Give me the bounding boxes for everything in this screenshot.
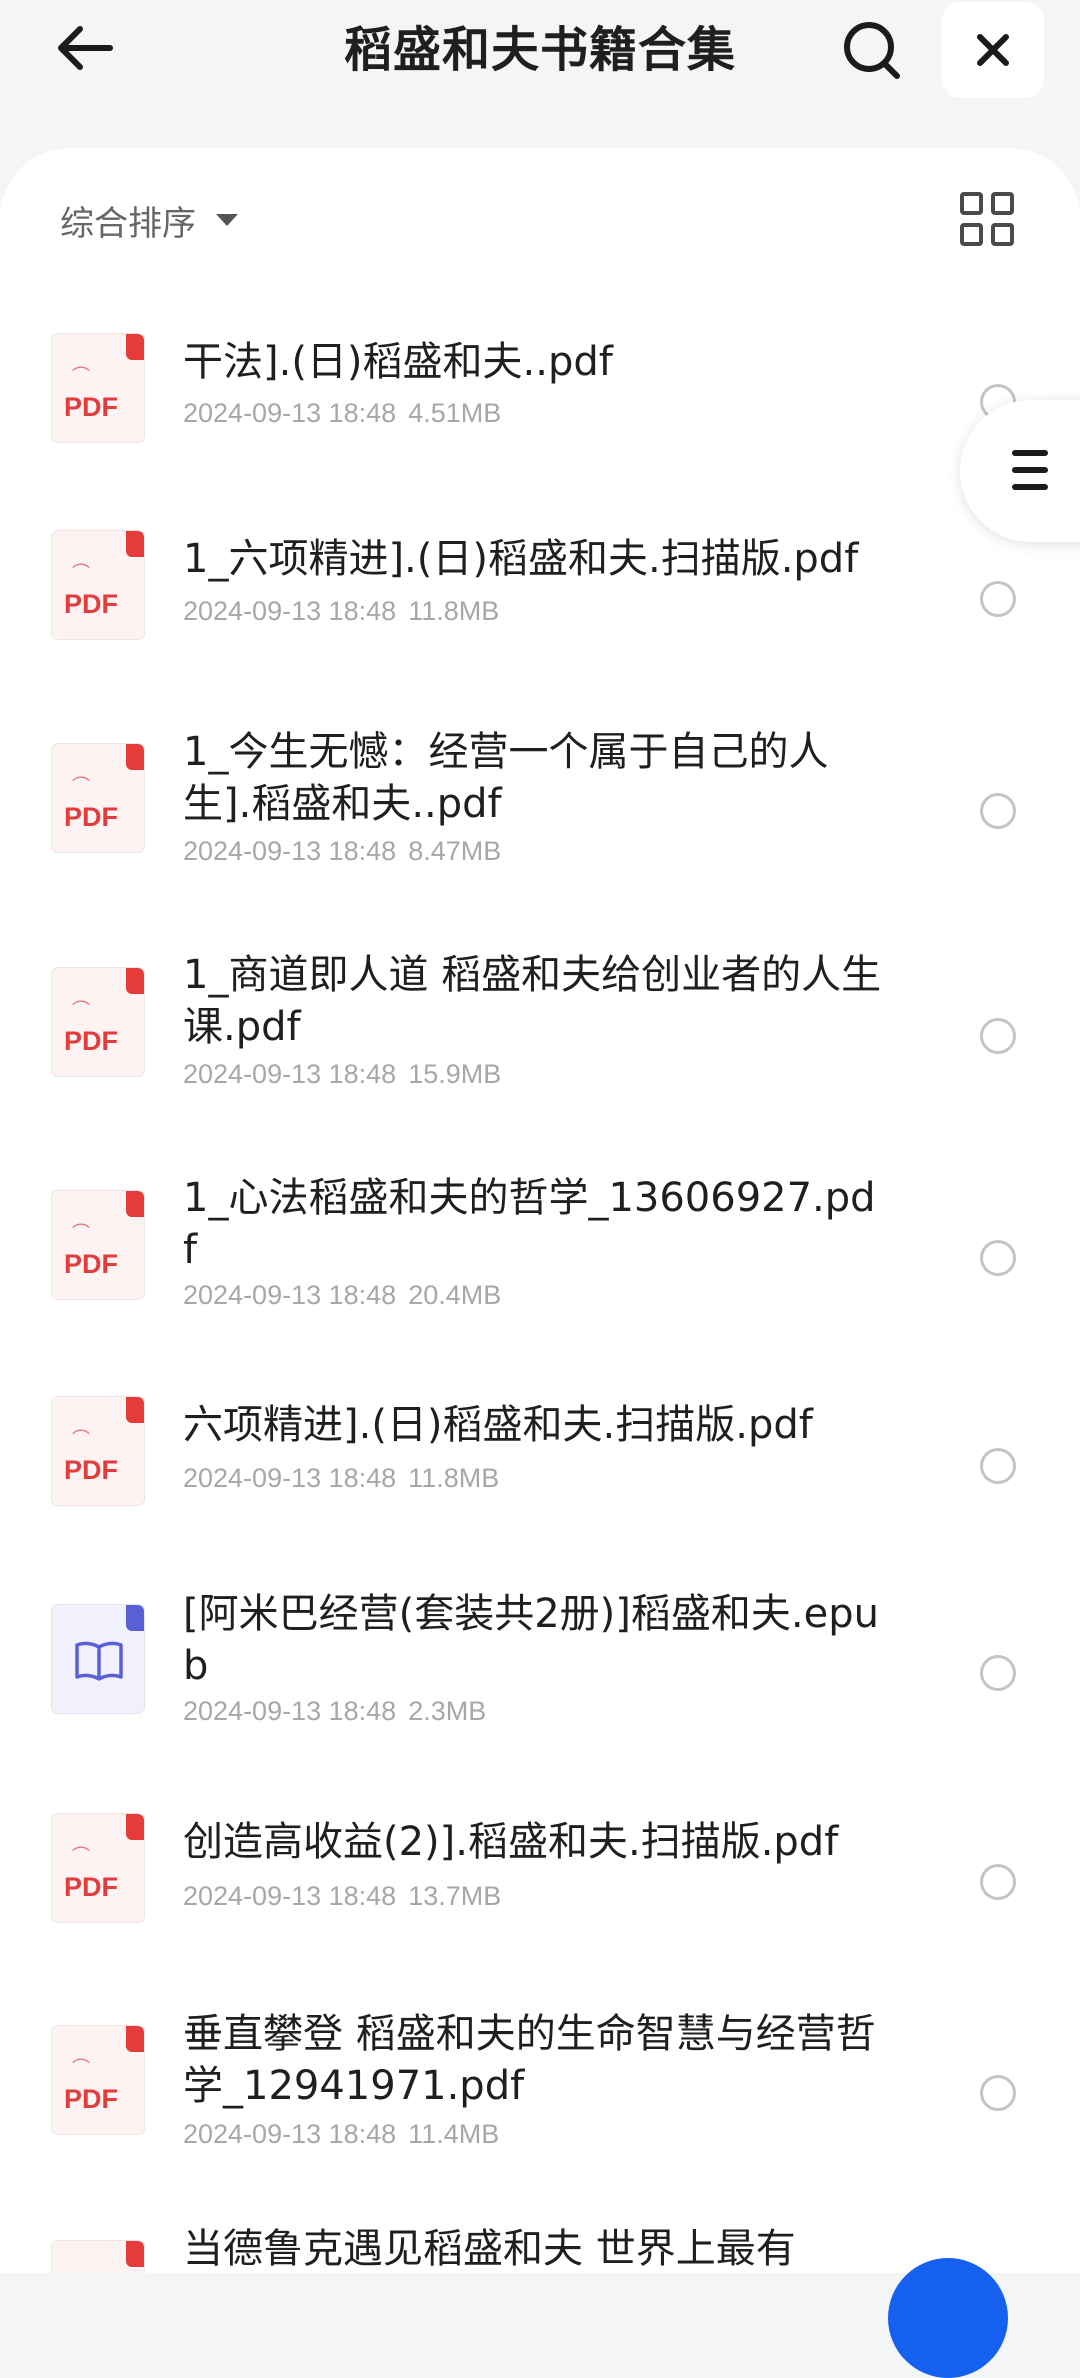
file-meta: 2024-09-13 18:48 4.51MB (183, 398, 501, 429)
acrobat-glyph-icon: ⌒ (72, 776, 90, 797)
file-size: 4.51MB (408, 398, 502, 428)
file-type-badge: PDF (64, 1455, 118, 1485)
caret-down-icon (216, 214, 238, 226)
close-icon (977, 34, 1009, 66)
select-radio[interactable] (980, 1655, 1016, 1691)
pdf-file-icon: ⌒ PDF (52, 968, 144, 1076)
file-type-badge: PDF (64, 1249, 118, 1279)
file-name: [阿米巴经营(套装共2册)]稻盛和夫.epub (183, 1591, 879, 1689)
pdf-file-icon: ⌒ PDF (52, 1397, 144, 1505)
file-meta: 2024-09-13 18:48 11.8MB (183, 1463, 499, 1494)
top-bar: 稻盛和夫书籍合集 (0, 0, 1080, 150)
file-date: 2024-09-13 18:48 (183, 1696, 397, 1726)
pdf-file-icon: ⌒ PDF (52, 531, 144, 639)
file-type-badge: PDF (64, 1026, 118, 1056)
file-size: 8.47MB (408, 836, 502, 866)
file-name: 1_心法稻盛和夫的哲学_13606927.pdf (183, 1175, 876, 1273)
file-meta: 2024-09-13 18:48 13.7MB (183, 1881, 501, 1912)
file-name: 1_商道即人道 稻盛和夫给创业者的人生课.pdf (183, 952, 882, 1050)
select-radio[interactable] (980, 1864, 1016, 1900)
file-name: 当德鲁克遇见稻盛和夫 世界上最有 (183, 2226, 796, 2272)
file-meta: 2024-09-13 18:48 8.47MB (183, 836, 501, 867)
acrobat-glyph-icon: ⌒ (72, 1223, 90, 1244)
file-type-badge: PDF (64, 392, 118, 422)
file-date: 2024-09-13 18:48 (183, 1881, 397, 1911)
acrobat-glyph-icon: ⌒ (72, 1846, 90, 1867)
pdf-file-icon: ⌒ PDF (52, 1191, 144, 1299)
pdf-file-icon: ⌒PDF (52, 2241, 144, 2273)
file-date: 2024-09-13 18:48 (183, 836, 397, 866)
arrow-left-icon (58, 26, 113, 70)
sort-label: 综合排序 (60, 203, 196, 244)
file-type-badge: PDF (64, 2084, 118, 2114)
acrobat-glyph-icon: ⌒ (72, 1429, 90, 1450)
file-size: 15.9MB (408, 1059, 502, 1089)
search-icon (844, 22, 900, 79)
file-meta: 2024-09-13 18:48 11.4MB (183, 2119, 499, 2150)
epub-file-icon (52, 1605, 144, 1713)
book-icon (75, 1641, 123, 1681)
file-meta: 2024-09-13 18:48 11.8MB (183, 596, 499, 627)
grid-view-icon-cell (991, 223, 1014, 246)
grid-view-icon (960, 192, 983, 215)
file-meta: 2024-09-13 18:48 15.9MB (183, 1059, 501, 1090)
file-list-panel: 综合排序 ⌒ PDF 干法].(日)稻盛和夫..pdf 2024-09-13 18:4… (0, 148, 1080, 2273)
file-name: 1_今生无憾：经营一个属于自己的人生].稻盛和夫..pdf (183, 729, 829, 827)
file-size: 11.8MB (408, 596, 500, 626)
select-radio[interactable] (980, 793, 1016, 829)
file-date: 2024-09-13 18:48 (183, 1463, 397, 1493)
pdf-file-icon: ⌒ PDF (52, 334, 144, 442)
select-radio[interactable] (980, 1240, 1016, 1276)
file-size: 2.3MB (408, 1696, 487, 1726)
file-name: 创造高收益(2)].稻盛和夫.扫描版.pdf (183, 1819, 839, 1865)
file-date: 2024-09-13 18:48 (183, 398, 397, 428)
file-date: 2024-09-13 18:48 (183, 1280, 397, 1310)
file-date: 2024-09-13 18:48 (183, 596, 397, 626)
back-button[interactable] (44, 12, 124, 84)
acrobat-glyph-icon: ⌒ (72, 2058, 90, 2079)
select-radio[interactable] (980, 2075, 1016, 2111)
acrobat-glyph-icon: ⌒ (72, 366, 90, 387)
menu-icon (1012, 450, 1048, 490)
file-type-badge: PDF (64, 589, 118, 619)
file-name: 六项精进].(日)稻盛和夫.扫描版.pdf (183, 1402, 813, 1448)
select-radio[interactable] (980, 1018, 1016, 1054)
file-size: 11.8MB (408, 1463, 500, 1493)
search-button[interactable] (832, 12, 912, 88)
file-size: 11.4MB (408, 2119, 500, 2149)
file-name: 干法].(日)稻盛和夫..pdf (183, 339, 613, 385)
file-type-badge: PDF (64, 802, 118, 832)
file-size: 20.4MB (408, 1280, 502, 1310)
select-radio[interactable] (980, 1448, 1016, 1484)
page-title: 稻盛和夫书籍合集 (343, 22, 736, 78)
pdf-file-icon: ⌒ PDF (52, 1814, 144, 1922)
select-radio[interactable] (980, 581, 1016, 617)
grid-view-icon-cell (960, 223, 983, 246)
file-meta: 2024-09-13 18:48 2.3MB (183, 1696, 486, 1727)
sort-dropdown[interactable]: 综合排序 (60, 192, 238, 248)
file-meta: 2024-09-13 18:48 20.4MB (183, 1280, 501, 1311)
file-date: 2024-09-13 18:48 (183, 1059, 397, 1089)
floating-action-button[interactable] (888, 2258, 1008, 2378)
pdf-file-icon: ⌒ PDF (52, 2026, 144, 2134)
grid-view-icon-cell (991, 192, 1014, 215)
pdf-file-icon: ⌒ PDF (52, 744, 144, 852)
grid-view-toggle[interactable] (960, 192, 1014, 246)
file-type-badge: PDF (64, 1872, 118, 1902)
acrobat-glyph-icon: ⌒ (72, 563, 90, 584)
file-size: 13.7MB (408, 1881, 502, 1911)
file-name: 垂直攀登 稻盛和夫的生命智慧与经营哲学_12941971.pdf (183, 2011, 876, 2109)
file-date: 2024-09-13 18:48 (183, 2119, 397, 2149)
close-button[interactable] (942, 2, 1044, 98)
acrobat-glyph-icon: ⌒ (72, 1000, 90, 1021)
acrobat-glyph-icon: ⌒ (72, 2269, 90, 2273)
file-name: 1_六项精进].(日)稻盛和夫.扫描版.pdf (183, 536, 859, 582)
